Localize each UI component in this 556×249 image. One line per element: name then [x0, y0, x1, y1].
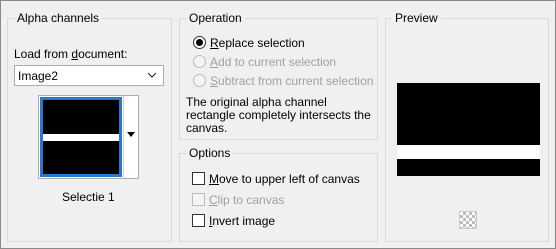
- move-to-upper-left-checkbox[interactable]: [192, 172, 205, 185]
- subtract-from-current-selection-radio[interactable]: [193, 74, 206, 87]
- thumbnail-caption: Selectie 1: [62, 190, 115, 204]
- alpha-channel-thumbnail[interactable]: [40, 97, 122, 177]
- alpha-channels-title: Alpha channels: [14, 10, 103, 26]
- document-select[interactable]: Image2: [14, 65, 164, 86]
- move-to-upper-left-label[interactable]: Move to upper left of canvas: [209, 171, 360, 187]
- clip-to-canvas-label[interactable]: Clip to canvas: [209, 192, 284, 208]
- document-select-value: Image2: [18, 69, 59, 83]
- add-to-current-selection-label[interactable]: Add to current selection: [210, 54, 336, 70]
- subtract-from-current-selection-label[interactable]: Subtract from current selection: [210, 73, 373, 89]
- load-from-document-label: Load from document:: [14, 47, 128, 61]
- preview-title: Preview: [392, 10, 441, 26]
- invert-image-label[interactable]: Invert image: [209, 213, 275, 229]
- clip-to-canvas-checkbox[interactable]: [192, 193, 205, 206]
- chevron-down-icon: [147, 72, 157, 78]
- replace-selection-label[interactable]: Replace selection: [210, 35, 305, 51]
- alpha-channel-picker[interactable]: [38, 95, 139, 179]
- triangle-down-icon: [127, 132, 135, 137]
- replace-selection-radio[interactable]: [193, 36, 206, 49]
- alpha-channel-picker-dropdown[interactable]: [123, 96, 138, 178]
- preview-image: [397, 83, 540, 176]
- operation-message-line-3: canvas.: [186, 121, 228, 135]
- checkerboard-icon[interactable]: [459, 211, 477, 229]
- operation-title: Operation: [186, 10, 245, 26]
- options-title: Options: [186, 145, 234, 161]
- invert-image-checkbox[interactable]: [192, 214, 205, 227]
- add-to-current-selection-radio[interactable]: [193, 55, 206, 68]
